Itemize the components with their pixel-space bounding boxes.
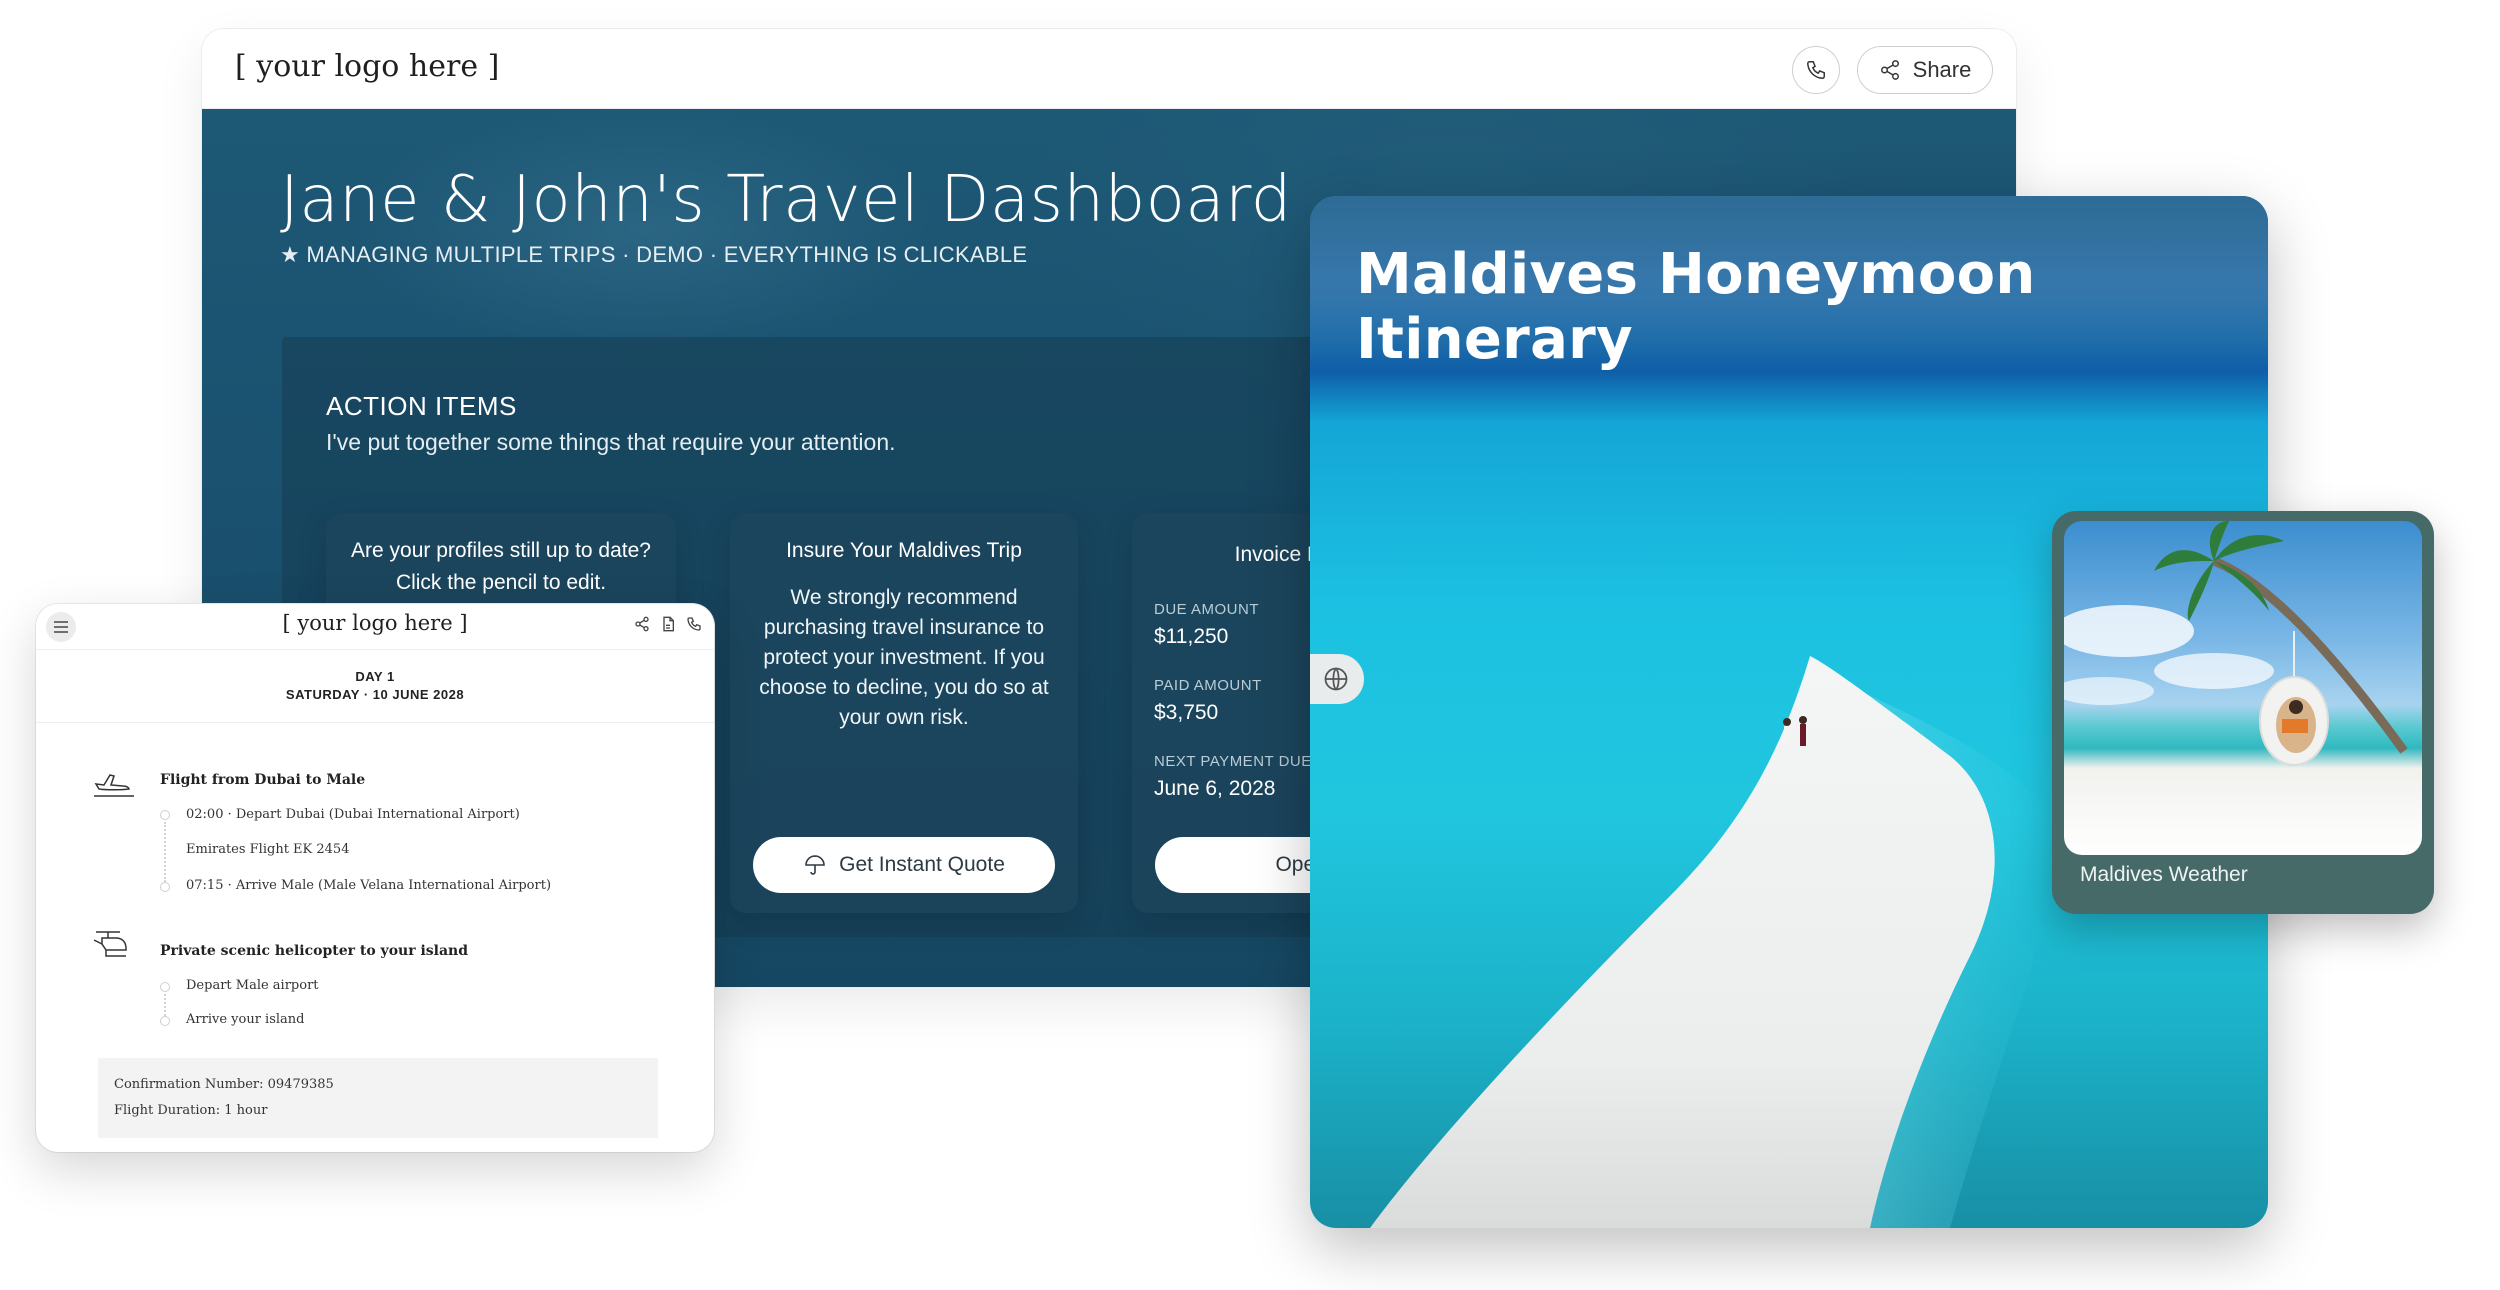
itinerary-logo[interactable]: [ your logo here ] (36, 611, 714, 635)
share-icon (1880, 60, 1899, 80)
dashboard-logo[interactable]: [ your logo here ] (235, 49, 499, 84)
due-amount-value: $11,250 (1154, 625, 1229, 648)
insurance-card: Insure Your Maldives Trip We strongly re… (730, 513, 1078, 913)
globe-icon (1324, 667, 1348, 691)
next-payment-value: June 6, 2028 (1154, 777, 1276, 800)
segment-title: Flight from Dubai to Male (160, 772, 366, 788)
dashboard-subtitle: ★ MANAGING MULTIPLE TRIPS · DEMO · EVERY… (280, 242, 1028, 267)
profiles-card-heading: Are your profiles still up to date? Clic… (351, 539, 651, 594)
helicopter-icon (93, 931, 127, 957)
segment-line: 07:15 · Arrive Male (Male Velana Interna… (186, 878, 552, 893)
maldives-title: Maldives Honeymoon Itinerary (1356, 242, 2036, 372)
paid-amount-label: PAID AMOUNT (1154, 677, 1262, 694)
share-button[interactable]: Share (1857, 46, 1993, 94)
pdf-icon[interactable] (660, 616, 676, 632)
phone-icon[interactable] (686, 616, 702, 632)
weather-label: Maldives Weather (2080, 863, 2248, 886)
flight-duration: Flight Duration: 1 hour (114, 1103, 268, 1118)
segment-line: Emirates Flight EK 2454 (186, 842, 350, 857)
due-amount-label: DUE AMOUNT (1154, 601, 1260, 618)
timeline-line (164, 994, 166, 1016)
itinerary-header: [ your logo here ] (36, 604, 714, 650)
confirmation-number: Confirmation Number: 09479385 (114, 1077, 334, 1092)
call-button[interactable] (1792, 46, 1840, 94)
divider (36, 722, 714, 723)
share-icon[interactable] (634, 616, 650, 632)
translate-button[interactable] (1310, 654, 1364, 704)
dashboard-title: Jane & John's Travel Dashboard (280, 163, 1292, 237)
timeline-dot (160, 810, 170, 820)
timeline-dot (160, 1016, 170, 1026)
insurance-card-body: We strongly recommend purchasing travel … (759, 586, 1049, 729)
get-instant-quote-label: Get Instant Quote (839, 853, 1005, 876)
palm-swing-photo (2064, 521, 2408, 766)
umbrella-icon (805, 855, 825, 875)
itinerary-preview-window: [ your logo here ] DAY 1 SATURDAY · 10 J… (36, 604, 714, 1152)
segment-line: Depart Male airport (186, 978, 319, 993)
next-payment-label: NEXT PAYMENT DUE (1154, 753, 1312, 770)
paid-amount-value: $3,750 (1154, 701, 1219, 724)
timeline-dot (160, 982, 170, 992)
dashboard-header: [ your logo here ] Share (202, 29, 2016, 109)
confirmation-box: Confirmation Number: 09479385 Flight Dur… (98, 1058, 658, 1138)
segment-title: Private scenic helicopter to your island (160, 943, 469, 959)
timeline-dot (160, 882, 170, 892)
share-label: Share (1912, 57, 1972, 82)
segment-line: 02:00 · Depart Dubai (Dubai Internationa… (186, 807, 520, 822)
segment-line: Arrive your island (186, 1012, 305, 1027)
phone-icon (1807, 61, 1825, 79)
timeline-line (164, 822, 166, 882)
day-heading: DAY 1 SATURDAY · 10 JUNE 2028 (36, 668, 714, 704)
maldives-weather-card[interactable]: Maldives Weather (2052, 511, 2434, 914)
action-items-description: I've put together some things that requi… (326, 429, 896, 455)
action-items-title: ACTION ITEMS (326, 391, 517, 421)
weather-photo (2064, 521, 2422, 855)
day-date: SATURDAY · 10 JUNE 2028 (285, 687, 465, 702)
day-label: DAY 1 (355, 669, 395, 684)
insurance-card-heading: Insure Your Maldives Trip (786, 539, 1022, 562)
get-instant-quote-button[interactable]: Get Instant Quote (753, 837, 1055, 893)
itinerary-header-actions (634, 616, 702, 632)
plane-icon (94, 774, 134, 797)
